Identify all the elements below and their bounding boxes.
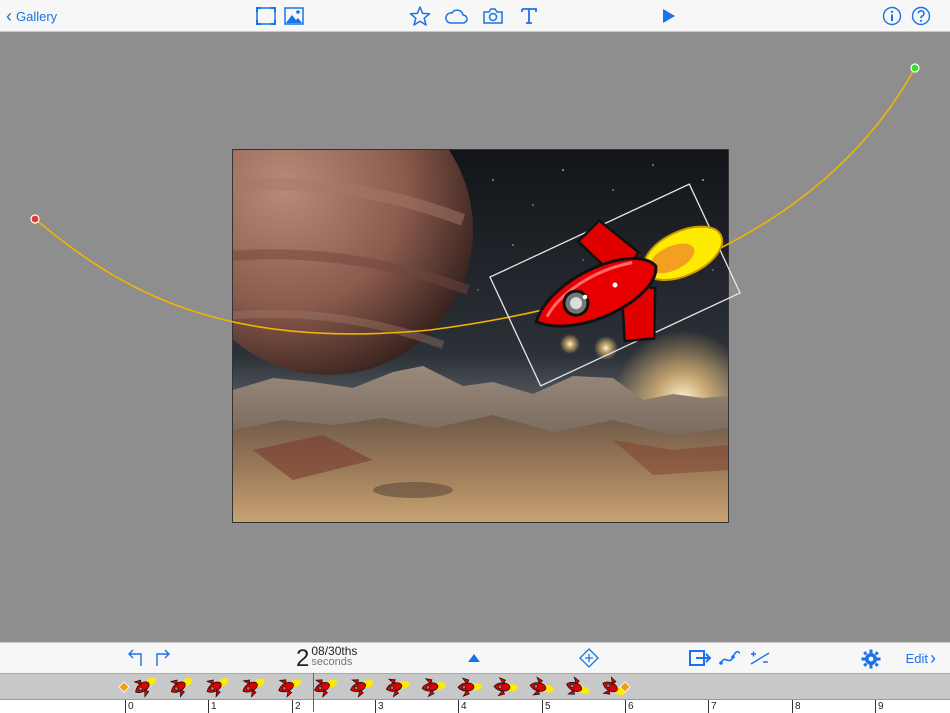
ruler-tick: 0: [125, 700, 134, 713]
time-seconds: 2: [296, 645, 310, 672]
timeline-toolbar: 2 08/30ths seconds Edit ›: [0, 642, 950, 674]
ruler-tick: 6: [625, 700, 634, 713]
rocket-sprite[interactable]: [509, 177, 749, 381]
frame-filmstrip[interactable]: [0, 670, 950, 703]
current-time-display: 2 08/30ths seconds: [296, 645, 357, 672]
ruler-tick: 9: [875, 700, 884, 713]
motion-overlay: [30, 63, 920, 387]
path-start-point[interactable]: [30, 214, 40, 224]
undo-icon[interactable]: [124, 648, 146, 668]
path-end-point[interactable]: [910, 63, 920, 73]
add-keyframe-icon[interactable]: [578, 647, 600, 669]
ruler-tick: 5: [542, 700, 551, 713]
ruler-tick: 3: [375, 700, 384, 713]
path-curve-icon[interactable]: [718, 648, 742, 668]
playhead[interactable]: [313, 673, 314, 712]
export-frame-icon[interactable]: [688, 648, 712, 668]
ruler-tick: 2: [292, 700, 301, 713]
ruler-tick: 4: [458, 700, 467, 713]
path-point[interactable]: [582, 294, 588, 300]
ruler-tick: 8: [792, 700, 801, 713]
easing-icon[interactable]: [748, 648, 772, 668]
expand-timeline-icon[interactable]: [466, 651, 482, 665]
time-ruler[interactable]: 0 1 2 3 4 5 6 7 8 9: [0, 699, 950, 713]
filmstrip-frames: [118, 670, 631, 703]
redo-icon[interactable]: [152, 648, 174, 668]
edit-button-label: Edit: [905, 650, 928, 666]
ruler-tick: 1: [208, 700, 217, 713]
settings-gear-icon[interactable]: [860, 648, 882, 670]
edit-button[interactable]: Edit ›: [906, 648, 936, 668]
motion-path[interactable]: [34, 67, 916, 335]
time-unit: seconds: [311, 656, 353, 668]
ruler-tick: 7: [708, 700, 717, 713]
chevron-right-icon: ›: [930, 647, 936, 668]
